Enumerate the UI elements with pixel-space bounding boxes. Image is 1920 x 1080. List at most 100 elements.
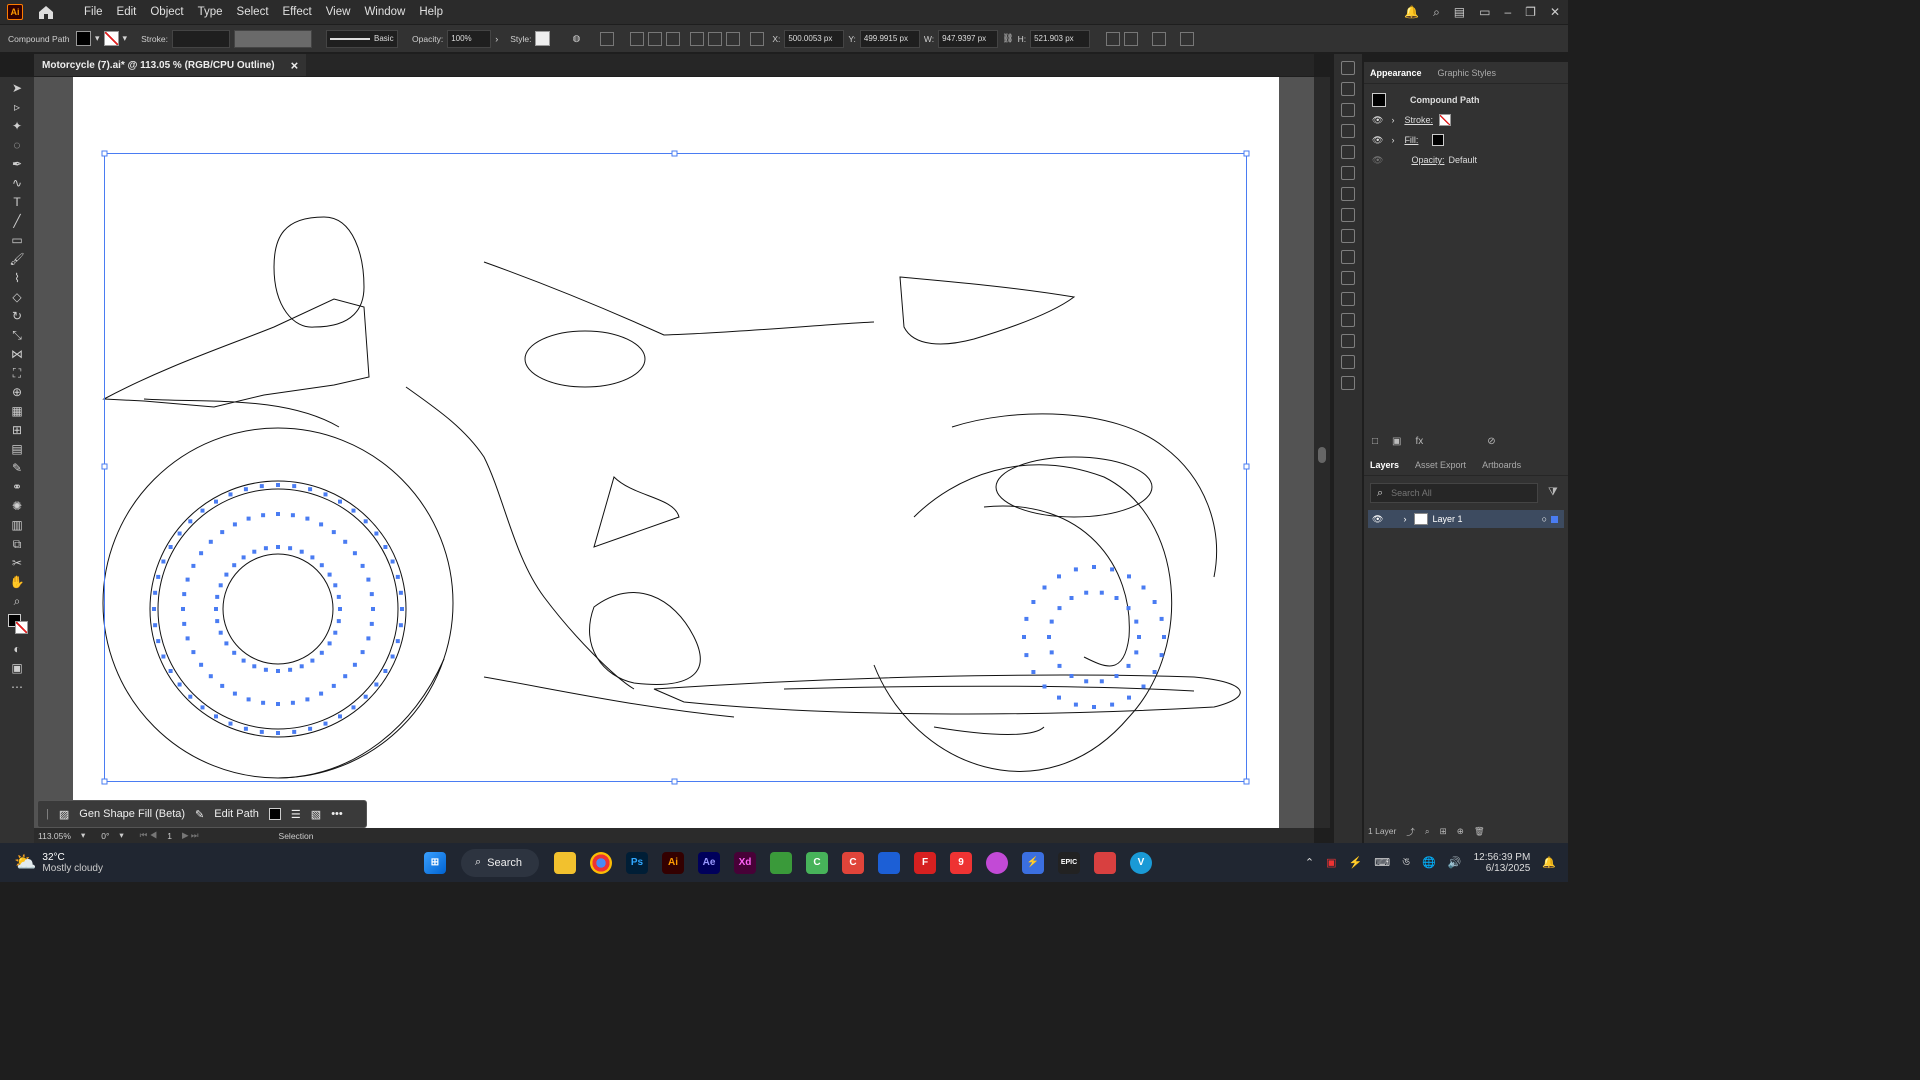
collect-export-icon[interactable]: ⤴: [1406, 826, 1415, 838]
eyedropper-tool-icon[interactable]: ✎: [8, 460, 26, 476]
drag-handle[interactable]: |: [46, 808, 49, 820]
chevron-right-icon[interactable]: ›: [1391, 115, 1394, 125]
slice-tool-icon[interactable]: ✂: [8, 555, 26, 571]
menu-object[interactable]: Object: [143, 0, 190, 24]
chevron-right-icon[interactable]: ›: [495, 34, 498, 44]
photoshop-icon[interactable]: Ps: [626, 851, 648, 874]
direct-selection-tool-icon[interactable]: ▹: [8, 99, 26, 115]
chevron-down-icon[interactable]: ▾: [81, 830, 85, 841]
transparency-icon[interactable]: [1341, 208, 1355, 222]
opacity-field[interactable]: 100%: [447, 29, 492, 48]
motorcycle-artwork[interactable]: [34, 77, 1314, 828]
tab-artboards[interactable]: Artboards: [1482, 460, 1521, 470]
layer-row[interactable]: 👁 › Layer 1 ○: [1368, 510, 1564, 528]
chevron-down-icon[interactable]: ▾: [95, 33, 100, 44]
artboard-number[interactable]: 1: [167, 831, 172, 841]
home-icon[interactable]: [37, 3, 55, 21]
canvas-area[interactable]: [34, 77, 1314, 828]
eye-icon[interactable]: 👁: [1372, 115, 1383, 126]
rotate-tool-icon[interactable]: ↻: [8, 308, 26, 324]
gen-shape-fill-button[interactable]: Gen Shape Fill (Beta): [79, 808, 185, 820]
align-bottom-icon[interactable]: [726, 31, 741, 46]
more-tools-icon[interactable]: ⋯: [8, 679, 26, 695]
app-c-green-icon[interactable]: C: [806, 851, 828, 874]
reference-point-icon[interactable]: [750, 31, 765, 46]
layers-search-input[interactable]: [1391, 488, 1522, 498]
clear-appearance-icon[interactable]: ⊘: [1487, 436, 1495, 447]
menu-select[interactable]: Select: [230, 0, 276, 24]
app-v-icon[interactable]: V: [1130, 851, 1152, 874]
w-field[interactable]: 947.9397 px: [938, 29, 999, 48]
width-tool-icon[interactable]: ⋈: [8, 346, 26, 362]
volume-icon[interactable]: 🔊: [1448, 856, 1462, 869]
screen-mode-icon[interactable]: ▣: [8, 660, 26, 676]
recolor-icon[interactable]: ▧: [311, 808, 321, 821]
align-menu-icon[interactable]: ☰: [291, 808, 301, 821]
libraries-icon[interactable]: [1341, 61, 1355, 75]
artboard-nav-icon[interactable]: ⏮ ◀: [140, 830, 158, 841]
arrange-icon[interactable]: ▭: [1479, 5, 1490, 19]
properties-icon[interactable]: [1341, 82, 1355, 96]
gradient-tool-icon[interactable]: ▤: [8, 441, 26, 457]
drawing-modes-icon[interactable]: ◐: [8, 641, 26, 657]
minimize-icon[interactable]: –: [1504, 5, 1511, 19]
chevron-up-icon[interactable]: ⌃: [1305, 856, 1314, 869]
envelope-icon[interactable]: [1152, 31, 1167, 46]
fill-color-icon[interactable]: [268, 808, 281, 820]
eraser-tool-icon[interactable]: ◇: [8, 289, 26, 305]
rotation-angle[interactable]: 0°: [101, 831, 109, 841]
layer-name[interactable]: Layer 1: [1432, 514, 1462, 524]
language-icon[interactable]: ঙ: [1402, 853, 1410, 872]
edit-path-button[interactable]: Edit Path: [214, 808, 259, 820]
lasso-tool-icon[interactable]: ◌: [8, 137, 26, 153]
stroke-row-swatch[interactable]: [1438, 114, 1451, 126]
recolor-icon[interactable]: [1180, 31, 1195, 46]
zoom-level[interactable]: 113.05%: [38, 831, 71, 841]
perspective-grid-tool-icon[interactable]: ▦: [8, 403, 26, 419]
app-red-9-icon[interactable]: 9: [950, 851, 972, 874]
app-purple-icon[interactable]: [986, 851, 1008, 874]
file-explorer-icon[interactable]: [554, 851, 576, 874]
shaper-tool-icon[interactable]: ⌇: [8, 270, 26, 286]
selection-tool-icon[interactable]: ➤: [8, 80, 26, 96]
filter-icon[interactable]: ⧩: [1548, 486, 1558, 499]
eye-icon[interactable]: 👁: [1372, 514, 1383, 525]
stroke-swatch[interactable]: [103, 31, 119, 46]
menu-file[interactable]: File: [77, 0, 110, 24]
network-icon[interactable]: 🌐: [1422, 856, 1436, 869]
tray-app-icon[interactable]: ▣: [1326, 856, 1336, 869]
more-options-button[interactable]: •••: [331, 808, 343, 820]
clock[interactable]: 12:56:39 PM 6/13/2025: [1474, 852, 1531, 874]
tab-appearance[interactable]: Appearance: [1370, 68, 1422, 78]
tab-asset-export[interactable]: Asset Export: [1415, 460, 1466, 470]
workspace-icon[interactable]: ▤: [1454, 5, 1465, 19]
zoom-tool-icon[interactable]: ⌕: [8, 593, 26, 609]
actions-icon[interactable]: [1341, 376, 1355, 390]
paintbrush-tool-icon[interactable]: 🖌: [8, 251, 26, 267]
chrome-icon[interactable]: [590, 851, 612, 874]
align-right-icon[interactable]: [666, 31, 681, 46]
eye-icon[interactable]: 👁: [1372, 135, 1383, 146]
swatches-icon[interactable]: [1341, 103, 1355, 117]
rectangle-tool-icon[interactable]: ▭: [8, 232, 26, 248]
curvature-tool-icon[interactable]: ∿: [8, 175, 26, 191]
app-c-red-icon[interactable]: C: [842, 851, 864, 874]
align-top-icon[interactable]: [690, 31, 705, 46]
links-icon[interactable]: [1341, 355, 1355, 369]
add-stroke-icon[interactable]: □: [1372, 436, 1378, 447]
gradient-panel-icon[interactable]: [1341, 187, 1355, 201]
opacity-row-label[interactable]: Opacity:: [1411, 155, 1444, 165]
new-layer-icon[interactable]: ⊕: [1457, 826, 1464, 838]
bell-icon[interactable]: 🔔: [1404, 5, 1419, 19]
y-field[interactable]: 499.9915 px: [859, 29, 920, 48]
x-field[interactable]: 500.0053 px: [784, 29, 845, 48]
after-effects-icon[interactable]: Ae: [698, 851, 720, 874]
isolate-icon[interactable]: [1106, 31, 1121, 46]
appearance-stroke-row[interactable]: 👁 › Stroke:: [1364, 110, 1568, 130]
app-blue-doc-icon[interactable]: [878, 851, 900, 874]
eye-icon[interactable]: 👁: [1372, 155, 1383, 166]
tab-graphic-styles[interactable]: Graphic Styles: [1438, 68, 1497, 78]
appearance-opacity-row[interactable]: 👁 Opacity: Default: [1364, 150, 1568, 170]
align-center-icon[interactable]: [648, 31, 663, 46]
artboard-tool-icon[interactable]: ⧉: [8, 536, 26, 552]
